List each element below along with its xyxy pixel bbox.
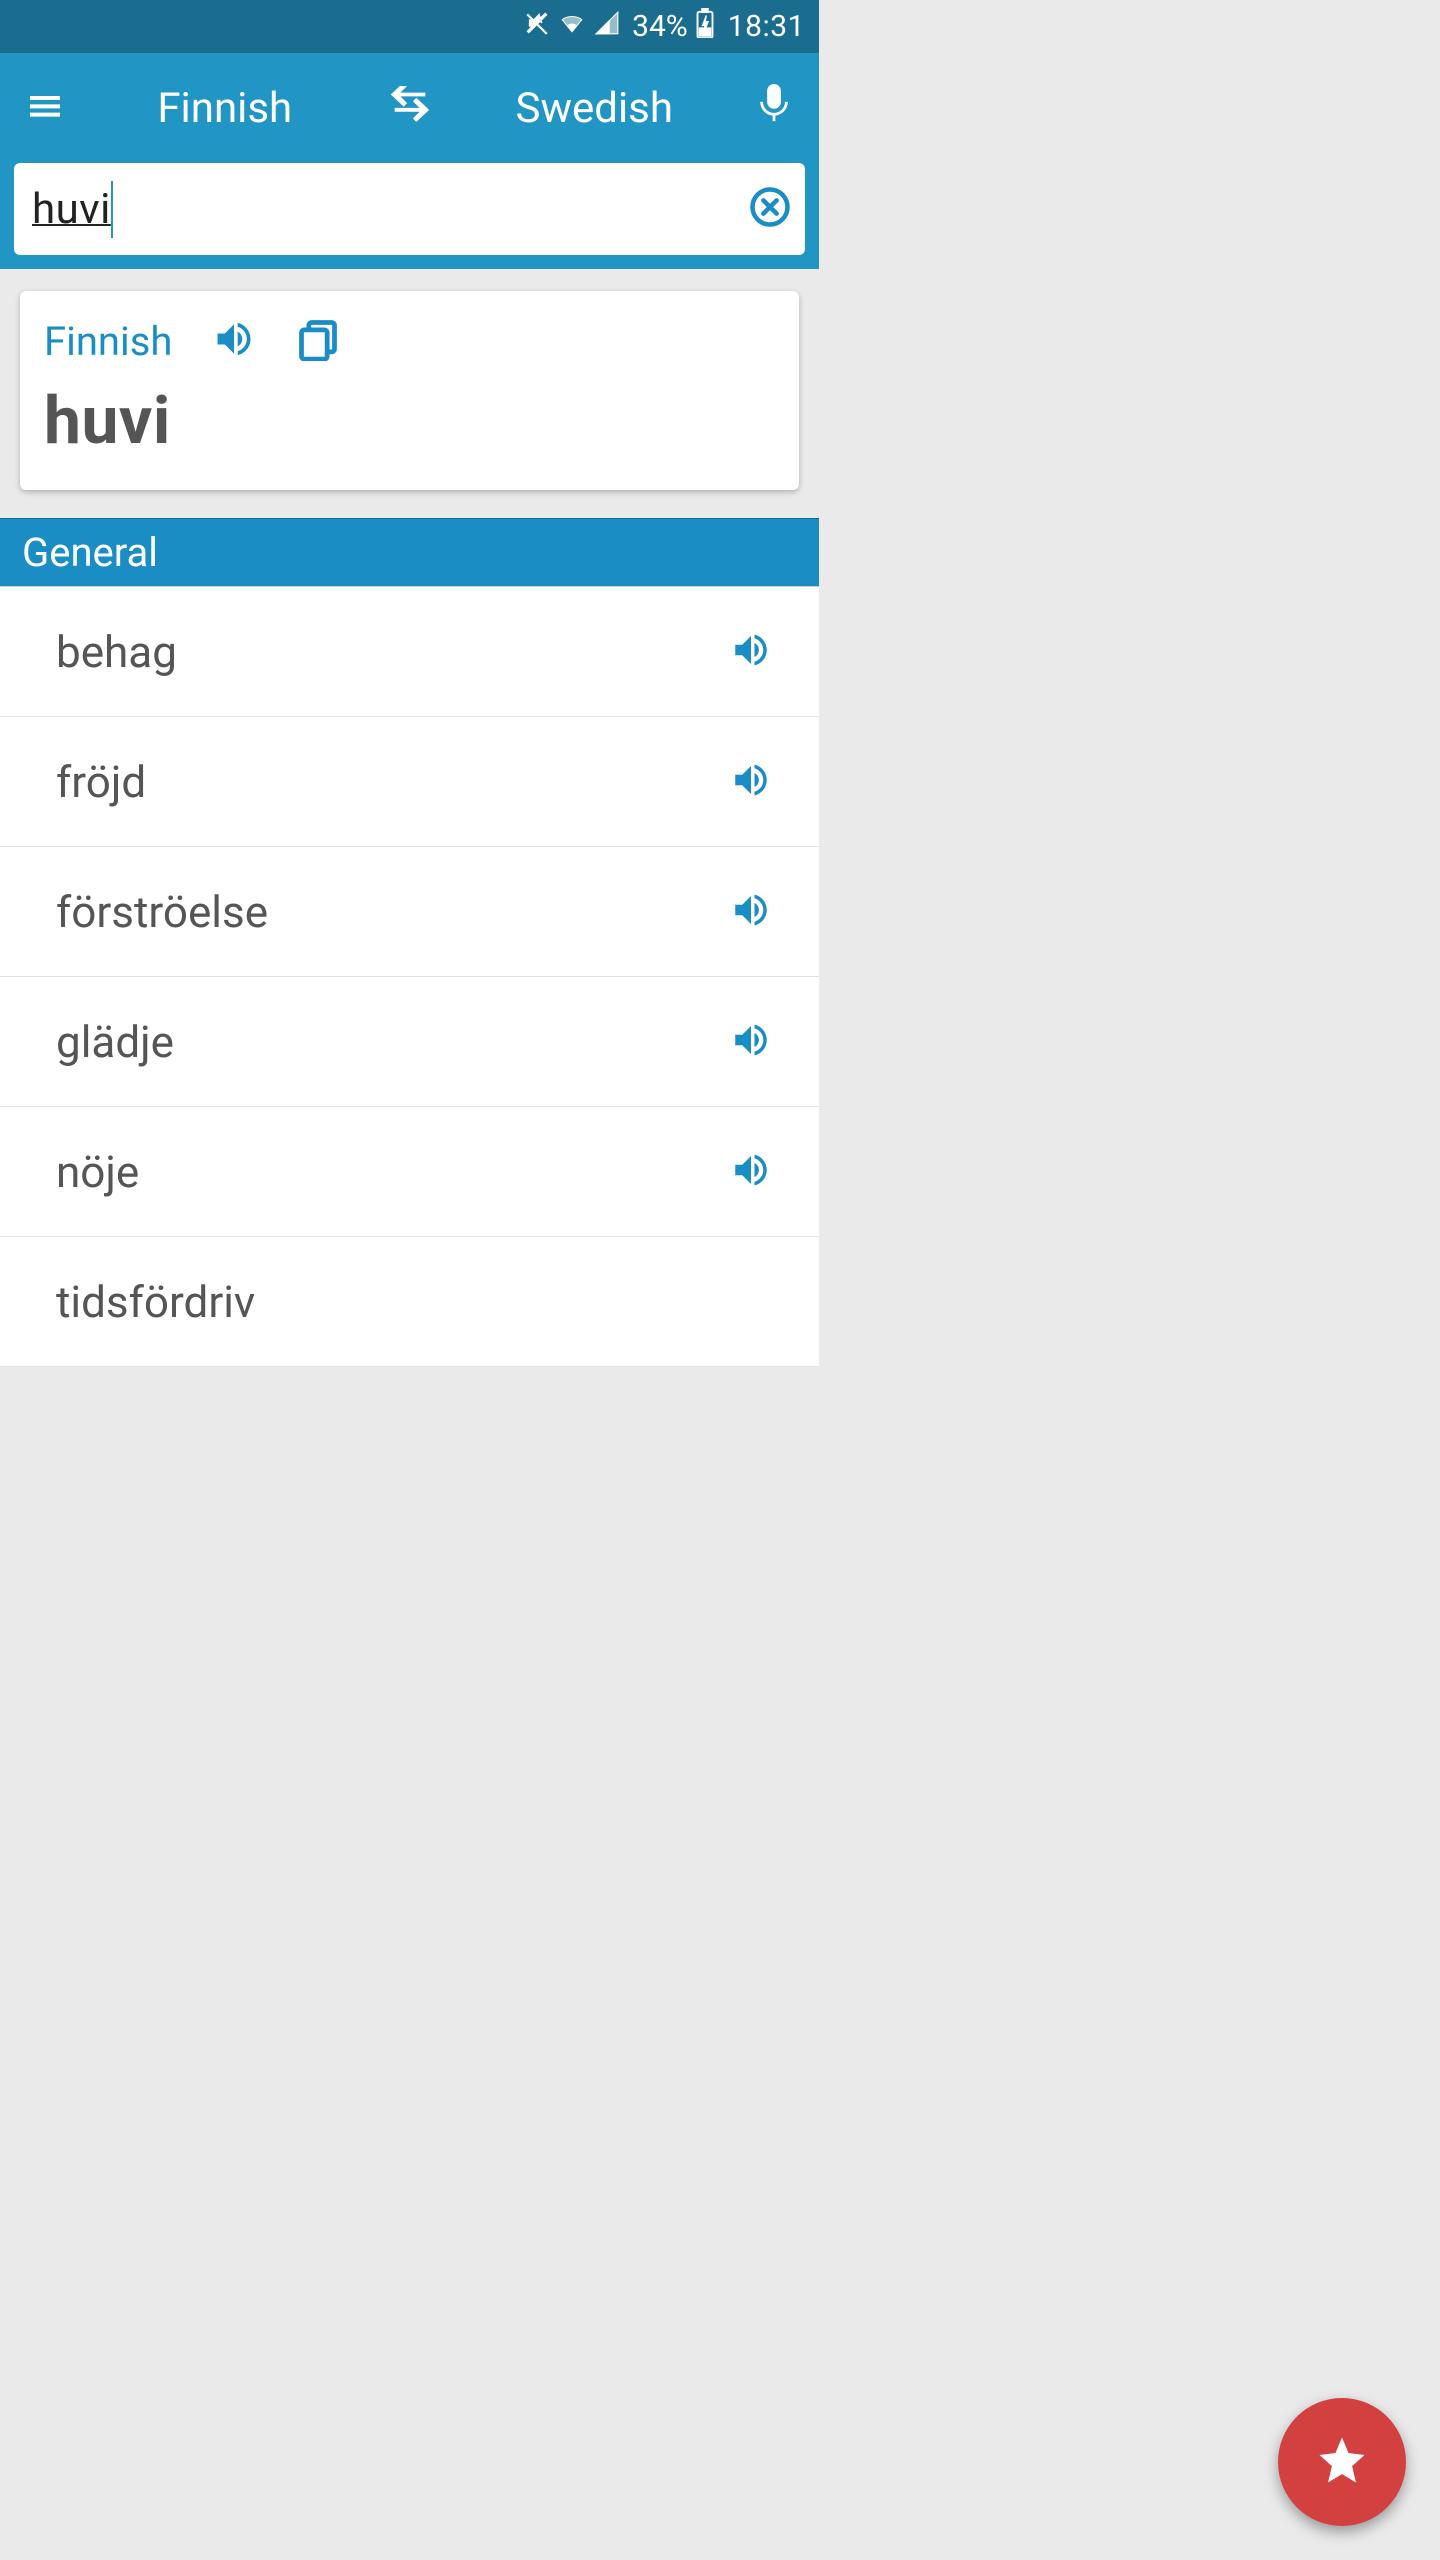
results-list: behag fröjd förströelse glädje nöje tids… (0, 587, 819, 1367)
menu-icon (25, 86, 65, 130)
star-icon (1315, 2433, 1369, 2491)
speaker-icon (730, 759, 772, 805)
copy-button[interactable] (296, 317, 340, 365)
result-row[interactable]: fröjd (0, 717, 819, 847)
content-area: Finnish huvi (0, 269, 819, 490)
menu-button[interactable] (0, 86, 90, 130)
speaker-icon (730, 629, 772, 675)
speaker-icon (212, 346, 256, 365)
swap-languages-button[interactable] (360, 86, 460, 130)
mic-icon (757, 84, 791, 132)
speaker-icon (730, 1149, 772, 1195)
result-row[interactable]: glädje (0, 977, 819, 1107)
result-pronounce-button[interactable] (723, 889, 779, 935)
speaker-icon (730, 1019, 772, 1065)
mute-icon (524, 9, 550, 44)
source-language[interactable]: Finnish (90, 84, 360, 133)
target-language[interactable]: Swedish (460, 84, 730, 133)
clock-time: 18:31 (728, 9, 805, 44)
status-bar: 34% 18:31 (0, 0, 819, 53)
result-pronounce-button[interactable] (723, 629, 779, 675)
section-header: General (0, 518, 819, 587)
swap-icon (387, 86, 433, 130)
result-row[interactable]: tidsfördriv (0, 1237, 819, 1367)
voice-input-button[interactable] (729, 84, 819, 132)
result-pronounce-button[interactable] (723, 1019, 779, 1065)
result-row[interactable]: nöje (0, 1107, 819, 1237)
clear-search-button[interactable] (741, 186, 791, 232)
app-header: Finnish Swedish huvi (0, 53, 819, 269)
result-word: förströelse (56, 886, 723, 938)
result-word: fröjd (56, 756, 723, 808)
battery-charging-icon (696, 8, 714, 46)
card-word: huvi (44, 383, 775, 460)
signal-icon (594, 9, 620, 44)
speaker-icon (730, 889, 772, 935)
result-word: tidsfördriv (56, 1276, 723, 1328)
language-row: Finnish Swedish (0, 53, 819, 163)
battery-percent: 34% (632, 9, 688, 44)
result-row[interactable]: förströelse (0, 847, 819, 977)
card-language-label: Finnish (44, 318, 172, 365)
result-pronounce-button[interactable] (723, 1149, 779, 1195)
result-word: nöje (56, 1146, 723, 1198)
favorite-fab[interactable] (1278, 2398, 1406, 2526)
search-box: huvi (14, 163, 805, 255)
word-card: Finnish huvi (20, 291, 799, 490)
pronounce-button[interactable] (212, 317, 256, 365)
search-row: huvi (0, 163, 819, 255)
copy-icon (296, 346, 340, 365)
result-word: behag (56, 626, 723, 678)
result-row[interactable]: behag (0, 587, 819, 717)
wifi-icon (558, 9, 586, 44)
result-word: glädje (56, 1016, 723, 1068)
search-input[interactable]: huvi (32, 181, 113, 238)
clear-icon (749, 186, 791, 232)
result-pronounce-button[interactable] (723, 759, 779, 805)
